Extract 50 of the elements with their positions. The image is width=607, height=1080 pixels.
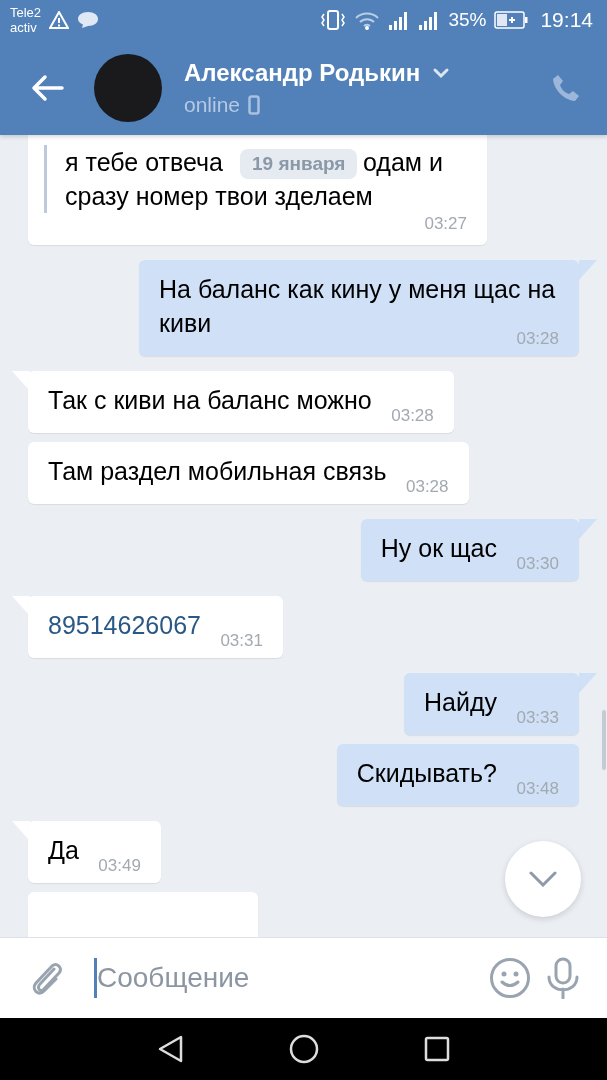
message-text: Там раздел мобильная связь	[48, 457, 387, 485]
contact-name[interactable]: Александр Родькин	[184, 58, 421, 87]
message-text: Скидывать?	[356, 759, 497, 787]
phone-number-link[interactable]: 89514626067	[48, 611, 201, 639]
chat-icon	[77, 11, 100, 29]
back-arrow-icon[interactable]	[30, 73, 64, 102]
message-bubble[interactable]: Да 03:49	[28, 821, 161, 883]
home-icon[interactable]	[288, 1034, 319, 1064]
battery-percent: 35%	[448, 9, 487, 31]
microphone-icon[interactable]	[545, 957, 581, 999]
scroll-down-button[interactable]	[505, 841, 581, 917]
message-text: одам и	[363, 147, 443, 178]
message-time: 03:31	[220, 630, 263, 652]
clock-time: 19:14	[540, 8, 593, 32]
vibrate-icon	[320, 9, 347, 31]
back-icon[interactable]	[157, 1035, 184, 1063]
chevron-down-icon	[529, 871, 557, 887]
online-status: online	[184, 92, 241, 117]
chevron-down-icon[interactable]	[432, 66, 451, 79]
message-time: 03:28	[391, 405, 434, 427]
battery-icon	[494, 11, 529, 29]
message-bubble[interactable]: Скидывать? 03:48	[336, 744, 579, 806]
message-time: 03:48	[516, 778, 559, 800]
message-time: 03:30	[516, 553, 559, 575]
message-bubble[interactable]: Найду 03:33	[404, 673, 579, 735]
smiley-icon[interactable]	[489, 957, 531, 999]
message-text: Найду	[424, 688, 497, 716]
warning-icon	[49, 11, 70, 29]
message-bubble[interactable]: Там раздел мобильная связь 03:28	[28, 442, 469, 504]
message-bubble[interactable]: Ну ок щас 03:30	[360, 519, 579, 581]
message-text: Да	[48, 836, 79, 864]
phone-device-icon	[248, 94, 261, 115]
text-cursor	[94, 958, 97, 998]
carrier-name: activ	[10, 20, 38, 35]
message-text: Ну ок щас	[380, 534, 497, 562]
message-time: 03:27	[424, 213, 467, 235]
wifi-icon	[354, 10, 381, 30]
message-text: я тебе отвеча	[65, 147, 223, 178]
message-text: Так с киви на баланс можно	[48, 386, 372, 414]
phone-icon[interactable]	[551, 72, 581, 103]
recents-icon[interactable]	[423, 1036, 450, 1062]
message-time: 03:49	[98, 855, 141, 877]
date-badge: 19 января	[240, 149, 358, 179]
message-bubble[interactable]: 89514626067 03:31	[28, 596, 283, 658]
carrier-name: Tele2	[10, 5, 42, 20]
message-time: 03:28	[406, 476, 449, 498]
message-text: сразу номер твои зделаем	[65, 181, 373, 212]
message-bubble[interactable]: Так с киви на баланс можно 03:28	[28, 371, 454, 433]
message-time: 03:33	[516, 707, 559, 729]
scrollbar[interactable]	[602, 710, 606, 770]
